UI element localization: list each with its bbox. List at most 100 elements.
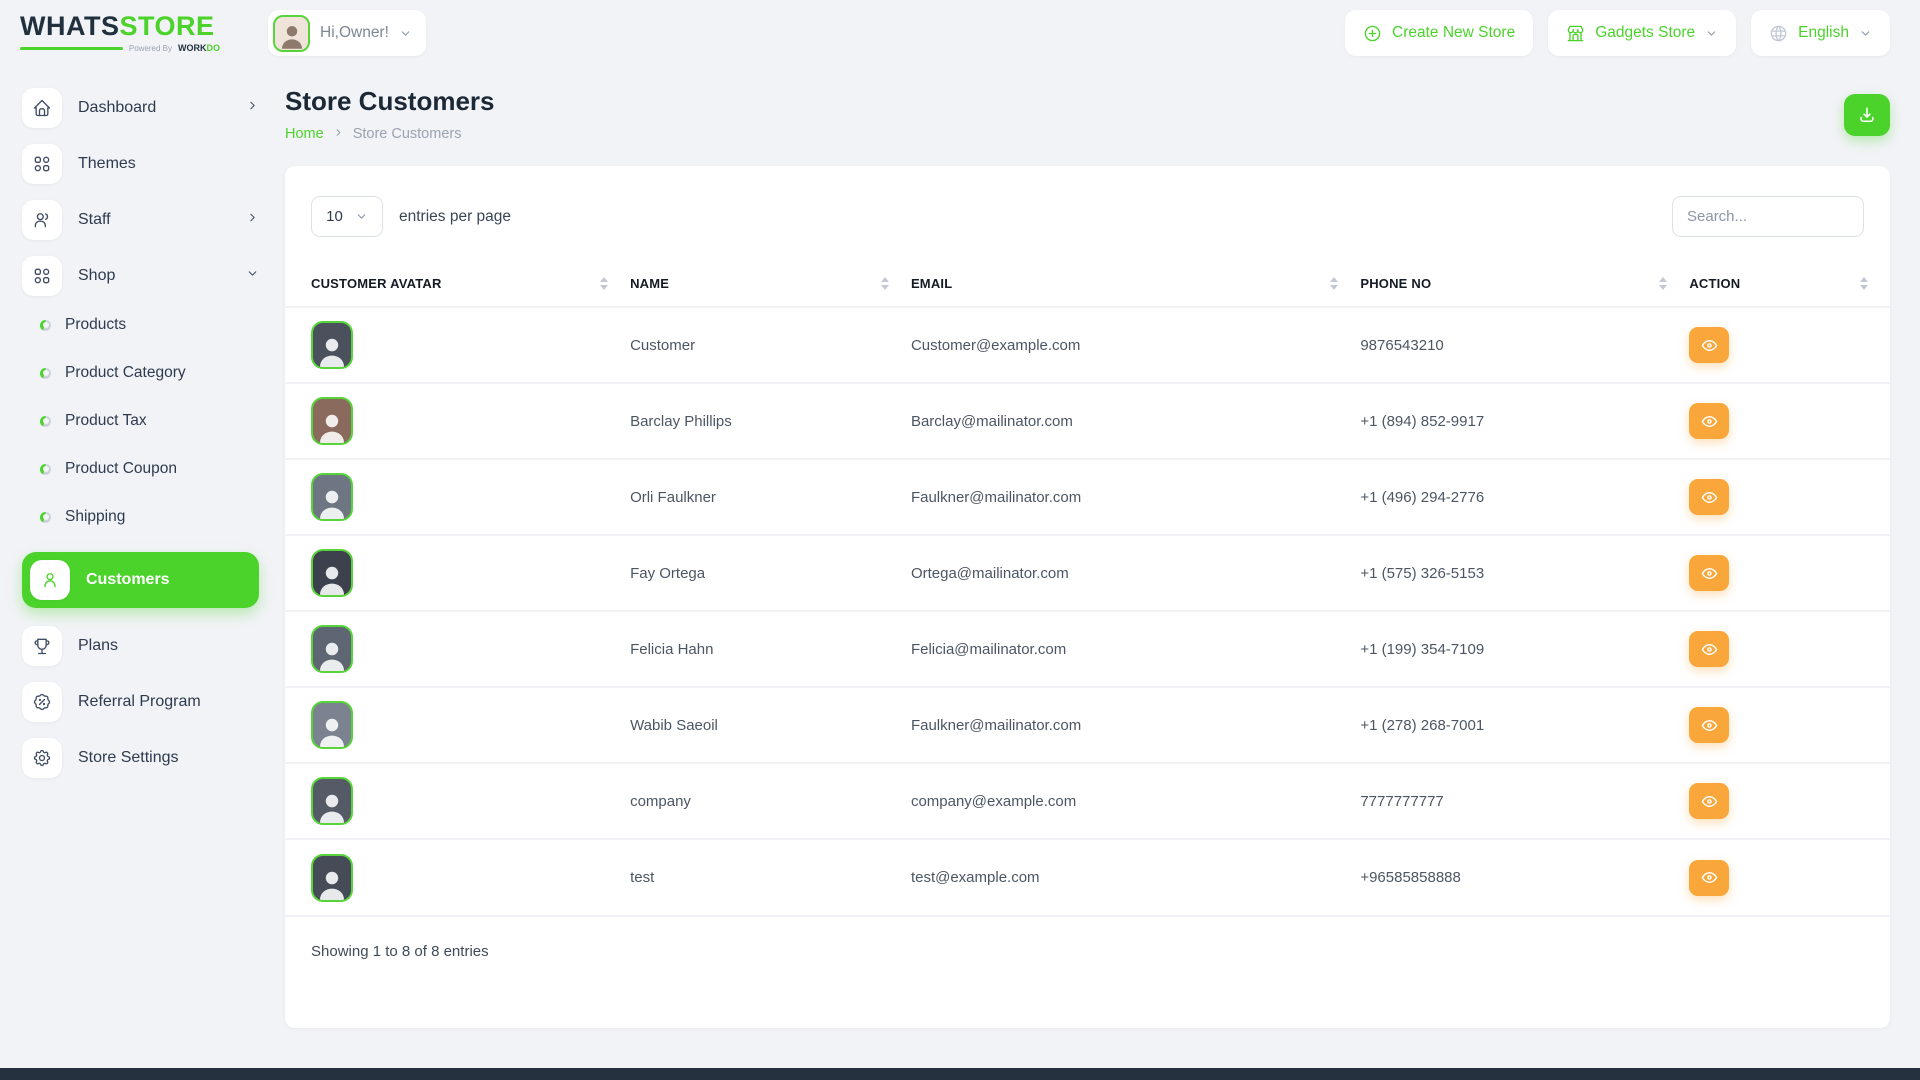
customer-avatar-cell [285,535,630,611]
view-customer-button[interactable] [1689,555,1729,591]
sidebar-subitem[interactable]: Product Tax [40,408,259,434]
customer-email: Customer@example.com [911,337,1080,354]
customer-name-cell: Fay Ortega [630,535,911,611]
sidebar-item-customers[interactable]: Customers [22,552,259,608]
sidebar-subitem-label: Product Tax [65,412,147,430]
trophy-icon [22,626,62,666]
person-silhouette-icon [315,409,349,443]
page-heading-block: Store Customers Home Store Customers [285,86,495,142]
view-customer-button[interactable] [1689,327,1729,363]
customer-name-cell: Orli Faulkner [630,459,911,535]
eye-icon [1700,640,1719,659]
customer-email-cell: company@example.com [911,763,1360,839]
view-customer-button[interactable] [1689,783,1729,819]
users-icon [22,200,62,240]
greeting-label: Hi,Owner! [320,24,389,42]
customer-avatar [311,777,353,825]
breadcrumb-home-link[interactable]: Home [285,126,324,142]
customer-phone: +96585858888 [1360,869,1461,886]
entries-control: 10 entries per page [311,196,511,237]
action-cell [1689,687,1890,763]
sidebar-item-shop[interactable]: Shop [22,256,259,296]
sort-icon[interactable] [600,277,608,290]
sidebar-subitem[interactable]: Product Coupon [40,456,259,482]
view-customer-button[interactable] [1689,631,1729,667]
table-row: Wabib Saeoil Faulkner@mailinator.com +1 … [285,687,1890,763]
plus-circle-icon [1363,24,1382,43]
create-new-store-button[interactable]: Create New Store [1345,10,1533,56]
customer-name-cell: test [630,839,911,915]
person-silhouette-icon [315,866,349,900]
column-header-customer-avatar[interactable]: CUSTOMER AVATAR [311,276,442,291]
table-row: Barclay Phillips Barclay@mailinator.com … [285,383,1890,459]
sort-icon[interactable] [1860,277,1868,290]
customer-phone: 9876543210 [1360,337,1443,354]
breadcrumb: Home Store Customers [285,126,495,142]
user-menu-button[interactable]: Hi,Owner! [268,10,426,56]
sidebar-item-plans[interactable]: Plans [22,626,259,666]
eye-icon [1700,336,1719,355]
action-cell [1689,763,1890,839]
store-selector-button[interactable]: Gadgets Store [1548,10,1736,56]
customers-table-card: 10 entries per page CUSTOMER AVATAR NAME… [285,166,1890,1028]
customer-avatar-cell [285,459,630,535]
view-customer-button[interactable] [1689,403,1729,439]
customer-avatar [311,549,353,597]
search-input[interactable] [1672,196,1864,237]
action-cell [1689,307,1890,383]
entries-per-page-select[interactable]: 10 [311,196,383,237]
customer-email-cell: Customer@example.com [911,307,1360,383]
view-customer-button[interactable] [1689,860,1729,896]
powered-brand-part2: DO [207,43,221,53]
column-header-action[interactable]: ACTION [1689,276,1740,291]
sidebar-item-dashboard[interactable]: Dashboard [22,88,259,128]
table-row: test test@example.com +96585858888 [285,839,1890,915]
person-silhouette-icon [315,713,349,747]
brand-underline [20,47,123,50]
powered-brand: WORKDO [178,43,220,53]
sidebar-item-staff[interactable]: Staff [22,200,259,240]
chevron-right-icon [333,126,344,142]
customer-name: Felicia Hahn [630,641,713,658]
topbar: WHATSSTORE Powered By WORKDO Hi,Owner! C… [0,0,1920,58]
sidebar-item-referral-program[interactable]: Referral Program [22,682,259,722]
customer-email-cell: Felicia@mailinator.com [911,611,1360,687]
brand-tagline: Powered By WORKDO [20,43,220,53]
customer-name-cell: Barclay Phillips [630,383,911,459]
column-header-phone-no[interactable]: PHONE NO [1360,276,1431,291]
customer-name: Fay Ortega [630,565,705,582]
sort-icon[interactable] [1659,277,1667,290]
column-header-name[interactable]: NAME [630,276,669,291]
table-controls: 10 entries per page [285,166,1890,263]
sidebar-subitem[interactable]: Shipping [40,504,259,530]
topbar-actions: Create New Store Gadgets Store English [1345,10,1890,56]
brand-name-part1: WHATS [20,11,119,41]
sort-icon[interactable] [1330,277,1338,290]
sidebar-item-themes[interactable]: Themes [22,144,259,184]
action-cell [1689,839,1890,915]
entries-per-page-value: 10 [326,208,343,225]
view-customer-button[interactable] [1689,479,1729,515]
customer-name: Barclay Phillips [630,413,732,430]
sidebar-subitem[interactable]: Products [40,312,259,338]
person-silhouette-icon [315,485,349,519]
brand-logo: WHATSSTORE Powered By WORKDO [20,13,220,53]
sidebar-subitem-label: Product Coupon [65,460,177,478]
action-cell [1689,459,1890,535]
table-row: Orli Faulkner Faulkner@mailinator.com +1… [285,459,1890,535]
customer-phone: +1 (575) 326-5153 [1360,565,1484,582]
customer-email: company@example.com [911,793,1076,810]
customer-phone: 7777777777 [1360,793,1443,810]
sidebar-subitem[interactable]: Product Category [40,360,259,386]
table-header: CUSTOMER AVATAR NAME EMAIL PHONE NO ACTI… [285,263,1890,307]
view-customer-button[interactable] [1689,707,1729,743]
customer-email: Faulkner@mailinator.com [911,489,1081,506]
sort-icon[interactable] [881,277,889,290]
sidebar-item-store-settings[interactable]: Store Settings [22,738,259,778]
export-download-button[interactable] [1844,94,1890,136]
bullet-icon [40,320,51,331]
language-selector-button[interactable]: English [1751,10,1890,56]
bullet-icon [40,416,51,427]
column-header-email[interactable]: EMAIL [911,276,952,291]
customer-avatar-cell [285,611,630,687]
